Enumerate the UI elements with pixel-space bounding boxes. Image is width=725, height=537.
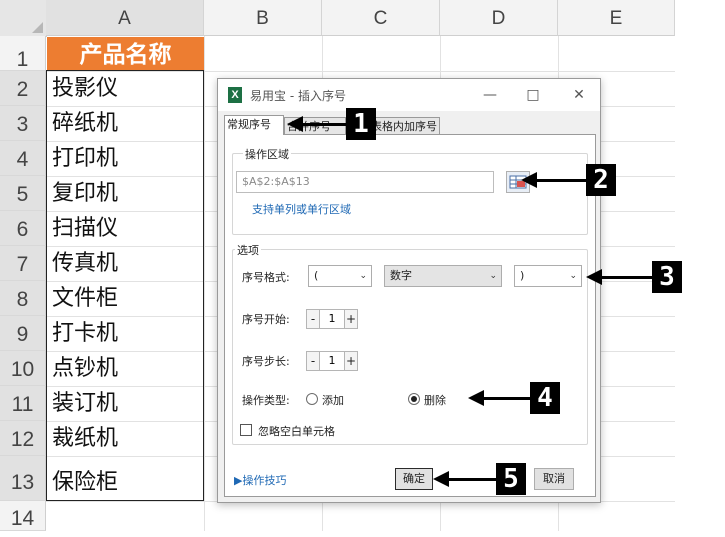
start-decrement-button[interactable]: - [306,309,320,329]
cell-a6[interactable]: 扫描仪 [47,211,204,246]
callout-1-badge: 1 [346,108,376,140]
format-prefix-value: ( [314,269,319,282]
cell-a12[interactable]: 裁纸机 [47,421,204,456]
row-header-13[interactable]: 13 [0,456,46,501]
cell-a4[interactable]: 打印机 [47,141,204,176]
callout-4-line [482,397,532,400]
maximize-icon[interactable]: □ [523,85,543,105]
ignore-blank-checkbox[interactable] [240,424,252,436]
operation-type-label: 操作类型: [242,394,290,407]
start-stepper: - 1 + [306,309,366,329]
add-radio[interactable] [306,393,318,405]
start-label: 序号开始: [242,313,290,326]
close-icon[interactable]: ✕ [569,85,589,105]
row-header-7[interactable]: 7 [0,246,46,281]
delete-radio[interactable] [408,393,420,405]
callout-5-badge: 5 [496,463,526,495]
cell-a13[interactable]: 保险柜 [47,456,204,501]
format-label: 序号格式: [242,271,290,284]
cell-a3[interactable]: 碎纸机 [47,106,204,141]
callout-3-line [600,276,656,279]
options-group-label: 选项 [235,242,261,258]
select-all-triangle-icon [32,22,43,33]
callout-2-badge: 2 [586,164,616,196]
callout-1-line [300,123,348,126]
format-type-value: 数字 [390,269,412,282]
row-header-10[interactable]: 10 [0,351,46,386]
row-header-4[interactable]: 4 [0,141,46,176]
cell-a8[interactable]: 文件柜 [47,281,204,316]
dialog-title: 易用宝 - 插入序号 [250,89,346,103]
callout-3-badge: 3 [652,261,682,293]
row-header-5[interactable]: 5 [0,176,46,211]
cell-a2[interactable]: 投影仪 [47,71,204,106]
format-suffix-select[interactable]: ) ⌄ [514,265,582,287]
callout-2-line [534,179,590,182]
start-increment-button[interactable]: + [344,309,358,329]
delete-radio-label[interactable]: 删除 [424,392,446,408]
callout-5-line [446,478,498,481]
cell-a10[interactable]: 点钞机 [47,351,204,386]
row-header-3[interactable]: 3 [0,106,46,141]
row-header-14[interactable]: 14 [0,501,46,531]
area-group-label: 操作区域 [243,146,291,162]
insert-number-dialog: X 易用宝 - 插入序号 — □ ✕ 常规序号 合并序号 表格内加序号 操作区域… [217,78,601,503]
chevron-down-icon: ⌄ [489,271,497,281]
tips-link[interactable]: ▶操作技巧 [234,472,286,488]
support-area-link[interactable]: 支持单列或单行区域 [252,201,351,217]
column-header-e[interactable]: E [558,0,675,36]
row-header-11[interactable]: 11 [0,386,46,421]
step-label: 序号步长: [242,355,290,368]
dialog-titlebar[interactable]: X 易用宝 - 插入序号 — □ ✕ [218,79,600,111]
cell-a1-header[interactable]: 产品名称 [47,37,204,71]
cell-a7[interactable]: 传真机 [47,246,204,281]
area-group: 操作区域 [232,146,588,235]
row-header-1[interactable]: 1 [0,36,46,71]
row-header-8[interactable]: 8 [0,281,46,316]
cell-a11[interactable]: 装订机 [47,386,204,421]
row-header-6[interactable]: 6 [0,211,46,246]
step-decrement-button[interactable]: - [306,351,320,371]
column-header-a[interactable]: A [46,0,204,36]
column-header-d[interactable]: D [440,0,558,36]
format-suffix-value: ) [520,269,525,282]
start-value-input[interactable]: 1 [320,309,344,329]
chevron-down-icon: ⌄ [359,271,367,281]
cancel-button[interactable]: 取消 [534,468,574,490]
ignore-blank-label[interactable]: 忽略空白单元格 [258,423,335,439]
step-value-input[interactable]: 1 [320,351,344,371]
row-header-2[interactable]: 2 [0,71,46,106]
step-increment-button[interactable]: + [344,351,358,371]
chevron-down-icon: ⌄ [569,271,577,281]
row-header-9[interactable]: 9 [0,316,46,351]
range-input[interactable]: $A$2:$A$13 [236,171,494,193]
column-header-b[interactable]: B [204,0,322,36]
select-all-corner[interactable] [0,0,47,37]
format-type-select[interactable]: 数字 ⌄ [384,265,502,287]
ok-button[interactable]: 确定 [395,468,433,490]
cell-a9[interactable]: 打卡机 [47,316,204,351]
callout-4-badge: 4 [530,382,560,414]
minimize-icon[interactable]: — [480,85,500,105]
format-prefix-select[interactable]: (⌄ [308,265,372,287]
column-header-c[interactable]: C [322,0,440,36]
add-radio-label[interactable]: 添加 [322,392,344,408]
cell-a5[interactable]: 复印机 [47,176,204,211]
tab-regular-number[interactable]: 常规序号 [224,115,284,135]
excel-app-icon: X [228,87,242,103]
row-header-12[interactable]: 12 [0,421,46,456]
step-stepper: - 1 + [306,351,366,371]
